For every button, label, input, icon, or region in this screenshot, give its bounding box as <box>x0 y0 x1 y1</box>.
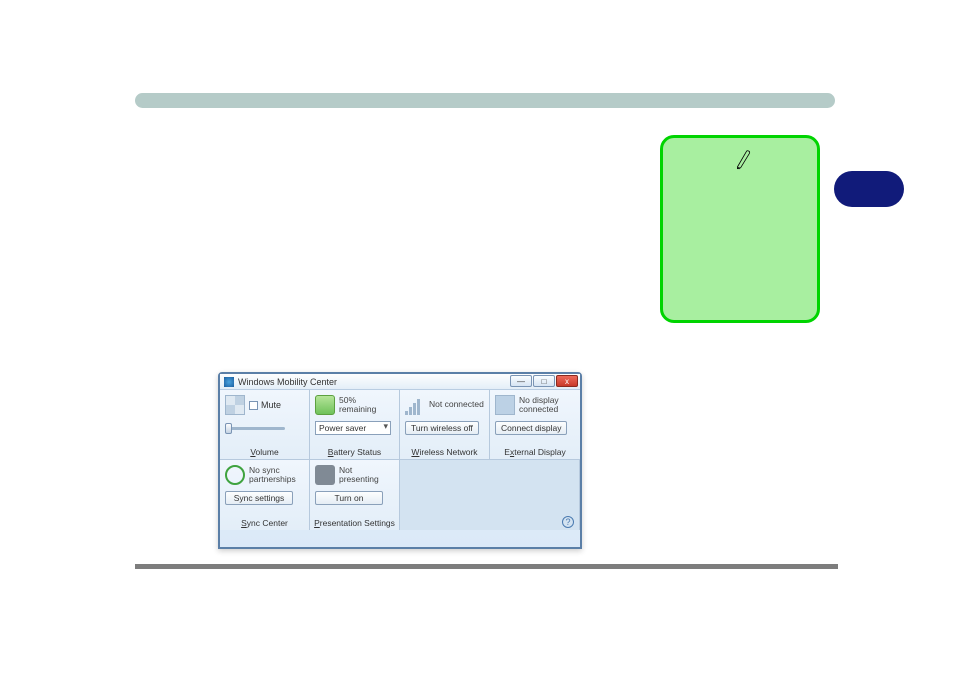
window-buttons: — □ x <box>510 375 578 387</box>
close-button[interactable]: x <box>556 375 578 387</box>
minimize-button[interactable]: — <box>510 375 532 387</box>
footer-rule <box>135 564 838 569</box>
tile-footer-battery: Battery Status <box>310 447 399 457</box>
titlebar[interactable]: Windows Mobility Center — □ x <box>220 374 580 390</box>
volume-slider[interactable] <box>225 427 285 430</box>
presentation-status: Not presenting <box>339 466 394 485</box>
power-plan-value: Power saver <box>319 423 366 433</box>
tile-footer-presentation: Presentation Settings <box>310 518 399 528</box>
sync-status: No sync partnerships <box>249 466 304 485</box>
turn-wireless-off-button[interactable]: Turn wireless off <box>405 421 479 435</box>
sync-settings-button[interactable]: Sync settings <box>225 491 293 505</box>
sync-icon <box>225 465 245 485</box>
tile-wireless: Not connected Turn wireless off Wireless… <box>400 390 490 460</box>
tile-footer-volume: Volume <box>220 447 309 457</box>
mute-checkbox[interactable] <box>249 401 258 410</box>
tiles-grid: Mute Volume 50% remaining Power saver Ba <box>220 390 580 547</box>
tile-display: No display connected Connect display Ext… <box>490 390 580 460</box>
page-badge <box>834 171 904 207</box>
speaker-icon <box>225 395 245 415</box>
note-callout <box>660 135 820 323</box>
heading-bar <box>135 93 835 108</box>
pen-icon <box>735 148 751 170</box>
power-plan-dropdown[interactable]: Power saver <box>315 421 391 435</box>
battery-status: 50% remaining <box>339 396 394 415</box>
tile-presentation: Not presenting Turn on Presentation Sett… <box>310 460 400 530</box>
windows-mobility-center: Windows Mobility Center — □ x Mute Volum… <box>218 372 582 549</box>
tile-empty: ? <box>400 460 580 530</box>
volume-slider-thumb[interactable] <box>225 423 232 434</box>
wifi-icon <box>405 395 425 415</box>
mute-label: Mute <box>261 400 281 410</box>
monitor-icon <box>495 395 515 415</box>
tile-sync: No sync partnerships Sync settings Sync … <box>220 460 310 530</box>
tile-footer-sync: Sync Center <box>220 518 309 528</box>
window-title: Windows Mobility Center <box>238 377 337 387</box>
wireless-status: Not connected <box>429 400 484 409</box>
battery-icon <box>315 395 335 415</box>
tile-footer-display: External Display <box>490 447 580 457</box>
tile-footer-wireless: Wireless Network <box>400 447 489 457</box>
tile-battery: 50% remaining Power saver Battery Status <box>310 390 400 460</box>
help-icon[interactable]: ? <box>562 516 574 528</box>
turn-on-button[interactable]: Turn on <box>315 491 383 505</box>
maximize-button[interactable]: □ <box>533 375 555 387</box>
projector-icon <box>315 465 335 485</box>
connect-display-button[interactable]: Connect display <box>495 421 567 435</box>
tile-volume: Mute Volume <box>220 390 310 460</box>
display-status: No display connected <box>519 396 575 415</box>
app-icon <box>224 377 234 387</box>
